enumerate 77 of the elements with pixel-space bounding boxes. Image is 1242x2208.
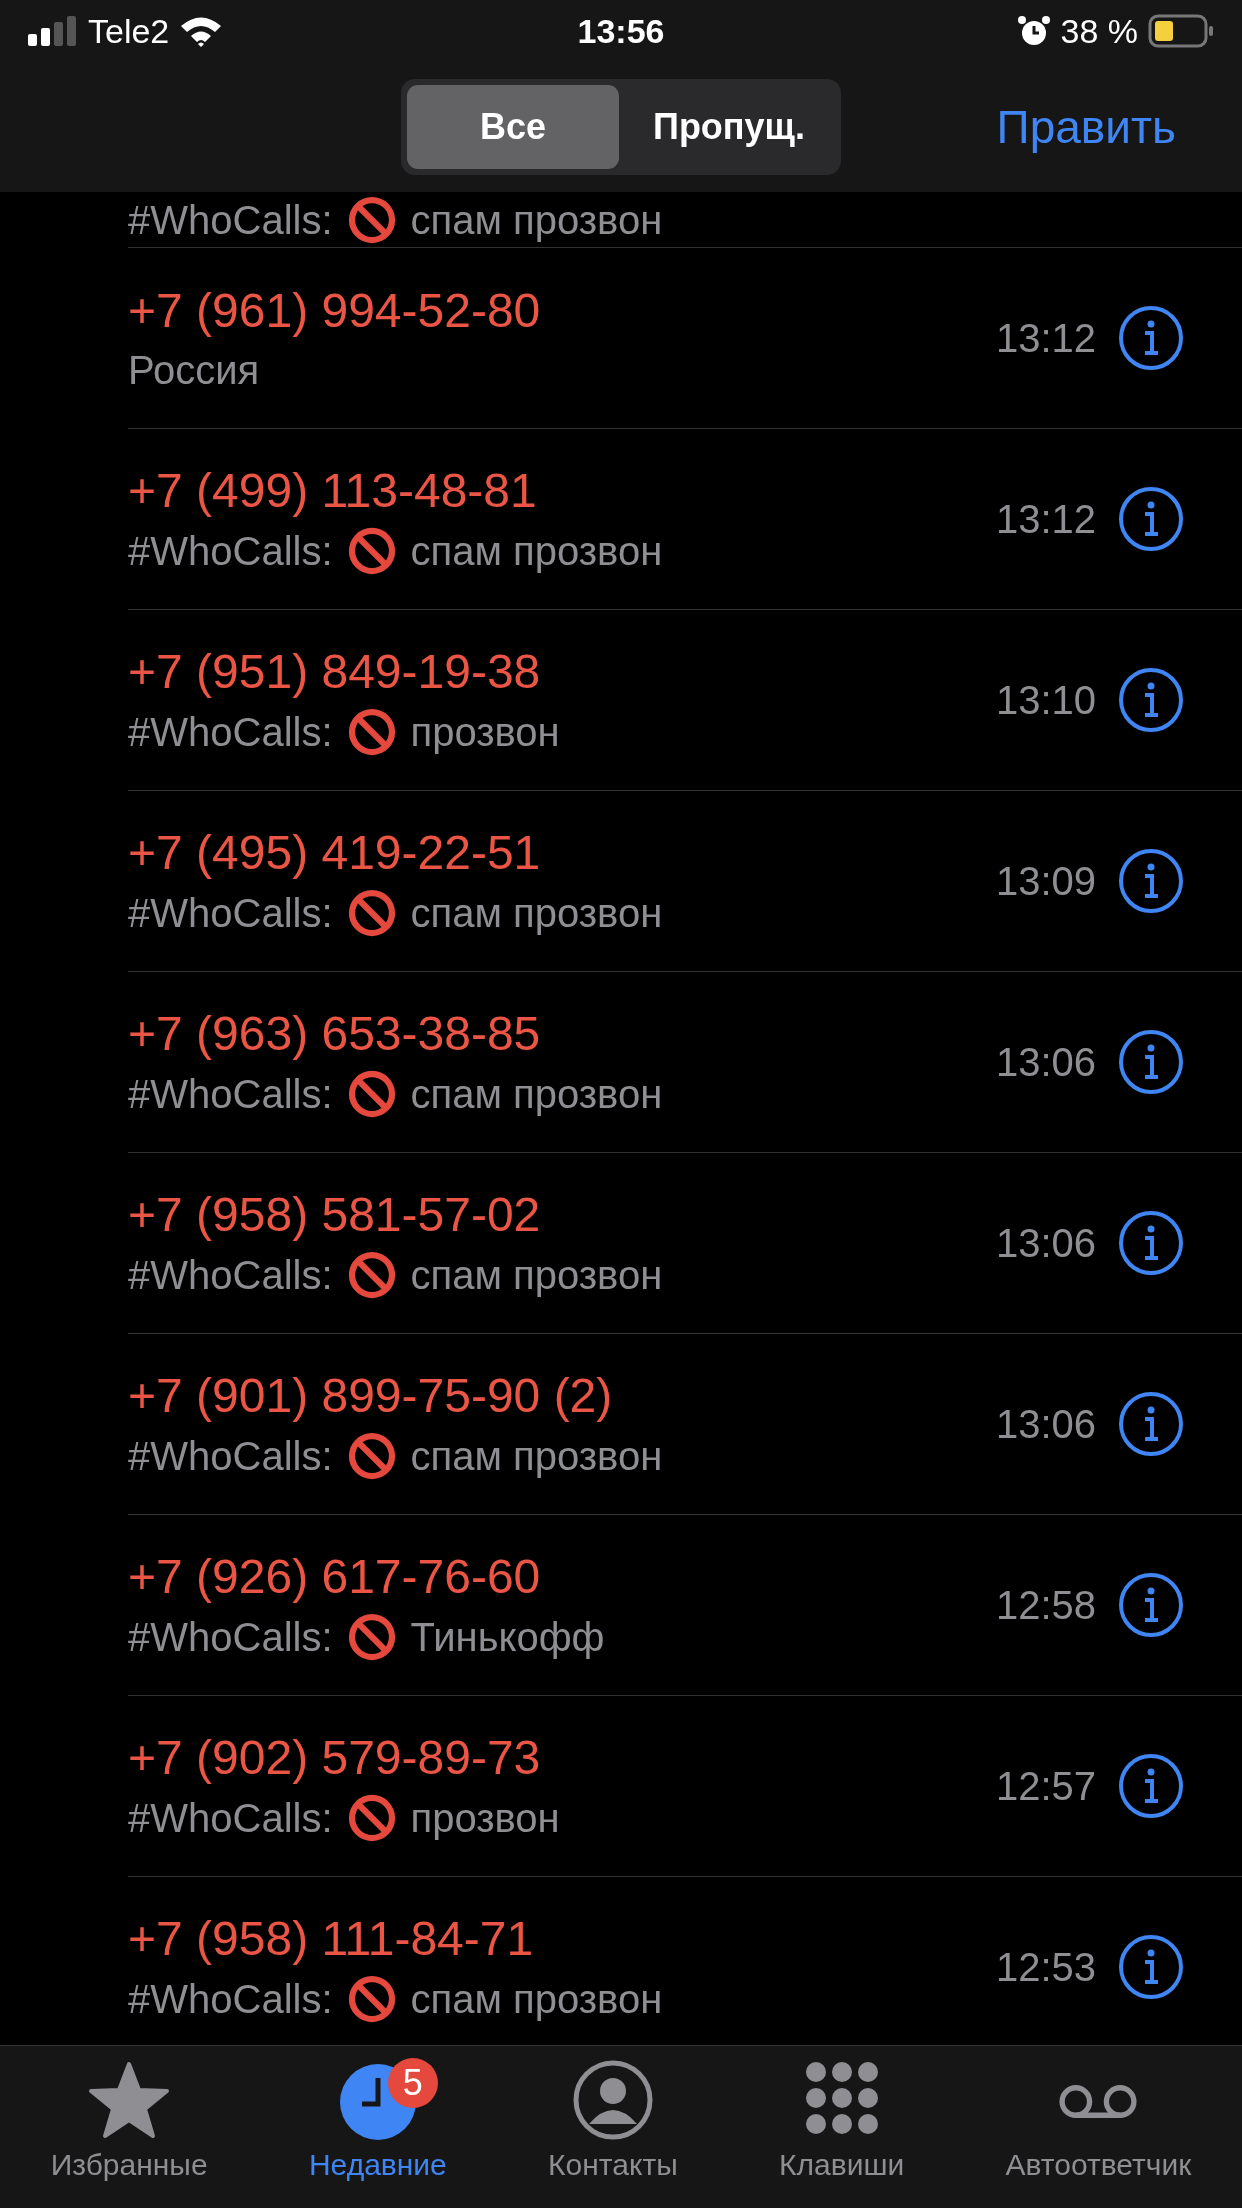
caller-label: Тинькофф [410,1613,605,1661]
prohibited-icon [346,194,397,245]
call-time: 13:06 [995,1039,1096,1085]
segment-tab[interactable]: Пропущ. [623,85,835,169]
info-icon[interactable] [1118,1029,1184,1095]
alarm-icon [1016,14,1051,48]
phone-number: +7 (902) 579-89-73 [128,1729,542,1785]
caller-tag: #WhoCalls: [128,1250,333,1299]
prohibited-icon [346,1249,397,1300]
caller-tag: #WhoCalls: [128,194,333,245]
prohibited-icon [346,1430,397,1481]
badge-count: 5 [387,2058,438,2108]
caller-tag: #WhoCalls: [128,526,333,575]
info-icon[interactable] [1118,1572,1184,1638]
phone-number: +7 (958) 111-84-71 [128,1910,535,1966]
call-time: 12:57 [995,1763,1096,1809]
caller-tag: #WhoCalls: [128,707,333,756]
call-time: 13:09 [995,858,1096,904]
prohibited-icon [346,525,397,576]
info-icon[interactable] [1118,1753,1184,1819]
segment-tab[interactable]: Все [407,85,619,169]
info-icon[interactable] [1118,1391,1184,1457]
phone-number: +7 (901) 899-75-90 (2) [128,1367,614,1423]
call-time: 13:12 [995,315,1096,361]
phone-number: +7 (495) 419-22-51 [128,824,542,880]
tab-bar-item[interactable]: Контакты [548,2058,678,2182]
tab-bar-item[interactable]: Клавиши [779,2058,905,2182]
call-time: 13:10 [995,677,1096,723]
call-time: 13:06 [995,1220,1096,1266]
caller-tag: #WhoCalls: [128,1612,333,1661]
caller-label: прозвон [410,1794,560,1842]
caller-label: спам прозвон [410,1975,663,2023]
battery-percent: 38 % [1060,11,1138,51]
caller-label: спам прозвон [410,1070,663,1118]
phone-number: +7 (961) 994-52-80 [128,282,542,338]
call-time: 13:12 [995,496,1096,542]
caller-tag: #WhoCalls: [128,1431,333,1480]
info-icon[interactable] [1118,305,1184,371]
info-icon[interactable] [1118,1210,1184,1276]
caller-label: спам прозвон [410,1432,663,1480]
prohibited-icon [346,887,397,938]
caller-label: спам прозвон [410,196,663,244]
phone-number: +7 (951) 849-19-38 [128,643,542,699]
caller-location: Россия [128,346,260,394]
call-time: 12:58 [995,1582,1096,1628]
wifi-icon [179,15,224,47]
clock-time: 13:56 [577,11,665,51]
caller-tag: #WhoCalls: [128,1793,333,1842]
tab-bar-item[interactable]: Недавние 5 [308,2058,447,2182]
info-icon[interactable] [1118,667,1184,733]
prohibited-icon [346,1611,397,1662]
caller-label: спам прозвон [410,527,663,575]
phone-number: +7 (963) 653-38-85 [128,1005,542,1061]
prohibited-icon [346,1973,397,2024]
prohibited-icon [346,706,397,757]
phone-number: +7 (958) 581-57-02 [128,1186,542,1242]
phone-number: +7 (499) 113-48-81 [128,462,538,518]
battery-icon [1148,14,1214,48]
caller-label: спам прозвон [410,889,663,937]
tab-bar-item[interactable]: Автоответчик [1005,2058,1192,2182]
prohibited-icon [346,1792,397,1843]
edit-button[interactable]: Править [990,99,1182,155]
caller-tag: #WhoCalls: [128,1974,333,2023]
tab-bar-item[interactable]: Избранные [50,2058,208,2182]
caller-label: спам прозвон [410,1251,663,1299]
info-icon[interactable] [1118,1934,1184,2000]
call-time: 12:53 [995,1944,1096,1990]
caller-tag: #WhoCalls: [128,888,333,937]
signal-icon [28,16,78,46]
carrier-name: Tele2 [88,11,170,51]
prohibited-icon [346,1068,397,1119]
phone-number: +7 (926) 617-76-60 [128,1548,542,1604]
info-icon[interactable] [1118,486,1184,552]
caller-tag: #WhoCalls: [128,1069,333,1118]
call-time: 13:06 [995,1401,1096,1447]
info-icon[interactable] [1118,848,1184,914]
caller-label: прозвон [410,708,560,756]
